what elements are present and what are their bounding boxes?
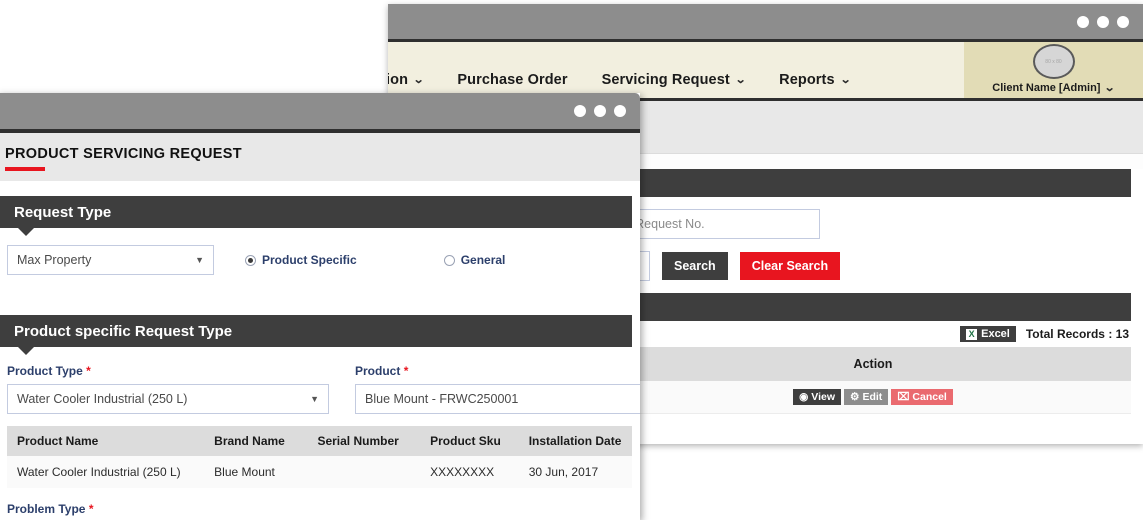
section-title: Request Type	[14, 203, 112, 221]
radio-icon-unselected	[443, 254, 455, 266]
window-dot-3[interactable]	[1117, 15, 1129, 28]
radio-product-specific[interactable]: Product Specific	[245, 253, 357, 267]
window-dot-1[interactable]	[1077, 15, 1089, 28]
product-servicing-request-window: PRODUCT SERVICING REQUEST Request Type M…	[0, 93, 640, 520]
section-header-product-specific: Product specific Request Type	[0, 315, 632, 355]
column-header-installation-date: Installation Date	[528, 434, 622, 448]
property-select[interactable]: Max Property ▼	[7, 245, 214, 275]
modal-window-dot-3[interactable]	[614, 105, 626, 117]
required-marker: *	[403, 364, 409, 378]
excel-export-button[interactable]: X Excel	[960, 326, 1016, 342]
table-row: Water Cooler Industrial (250 L) Blue Mou…	[7, 456, 632, 488]
product-type-label: Product Type *	[7, 364, 329, 378]
cell-installation-date: 30 Jun, 2017	[528, 465, 599, 479]
column-header-serial-number: Serial Number	[317, 434, 399, 448]
row-action-group: ◉ View ⚙ Edit ⌧ Cancel	[793, 388, 953, 406]
product-table-header: Product Name Brand Name Serial Number Pr…	[7, 426, 632, 456]
excel-button-label: Excel	[981, 328, 1010, 340]
window-dot-2[interactable]	[1097, 15, 1109, 28]
column-header-action: Action	[853, 357, 893, 371]
product-type-field-group: Product Type * Water Cooler Industrial (…	[7, 364, 329, 414]
eye-icon: ◉	[799, 390, 809, 403]
trash-icon: ⌧	[897, 390, 910, 403]
cell-product-name: Water Cooler Industrial (250 L)	[17, 465, 181, 479]
modal-window-dot-1[interactable]	[574, 105, 586, 117]
problem-type-label: Problem Type *	[7, 502, 632, 516]
modal-window-titlebar	[0, 93, 640, 129]
edit-button[interactable]: ⚙ Edit	[844, 388, 889, 406]
request-type-row: Max Property ▼ Product Specific General	[7, 245, 632, 275]
nav-item-label: Reports	[779, 72, 835, 88]
product-select[interactable]: Blue Mount - FRWC250001	[355, 384, 640, 414]
radio-label: General	[460, 253, 506, 267]
edit-button-label: Edit	[862, 390, 883, 403]
chevron-down-icon: ⌄	[1104, 81, 1116, 94]
nav-item-transaction[interactable]: ion ⌄	[388, 72, 425, 88]
product-value: Blue Mount - FRWC250001	[365, 392, 519, 406]
problem-type-label-text: Problem Type	[7, 502, 86, 516]
screenshot-stage: ion ⌄ Purchase Order Servicing Request ⌄…	[0, 0, 1143, 520]
clear-search-button[interactable]: Clear Search	[739, 252, 841, 280]
nav-item-servicing-request[interactable]: Servicing Request ⌄	[601, 72, 747, 88]
request-type-body: Max Property ▼ Product Specific General	[0, 228, 640, 275]
cancel-button[interactable]: ⌧ Cancel	[891, 388, 953, 406]
product-label: Product *	[355, 364, 640, 378]
page-title: PRODUCT SERVICING REQUEST	[5, 146, 242, 162]
excel-icon: X	[966, 328, 978, 340]
section-notch-icon	[18, 347, 34, 355]
window-controls[interactable]	[1077, 15, 1129, 28]
chevron-down-icon: ⌄	[412, 73, 425, 86]
nav-item-label: Purchase Order	[457, 72, 568, 88]
chevron-down-icon: ▼	[310, 394, 319, 404]
background-window-titlebar	[388, 4, 1143, 39]
modal-header-band: PRODUCT SERVICING REQUEST	[0, 133, 640, 181]
nav-item-label: ion	[388, 72, 409, 88]
product-field-group: Product * Blue Mount - FRWC250001	[355, 364, 640, 414]
column-header-product-sku: Product Sku	[430, 434, 501, 448]
chevron-down-icon: ⌄	[734, 73, 747, 86]
product-details-table: Product Name Brand Name Serial Number Pr…	[7, 426, 632, 488]
modal-window-controls[interactable]	[574, 105, 626, 117]
client-menu[interactable]: 80 x 80 Client Name [Admin] ⌄	[964, 42, 1143, 98]
modal-body: PRODUCT SERVICING REQUEST Request Type M…	[0, 133, 640, 520]
gears-icon: ⚙	[850, 390, 860, 403]
title-accent-rule	[5, 167, 45, 171]
radio-general[interactable]: General	[443, 253, 506, 267]
cell-brand-name: Blue Mount	[214, 465, 275, 479]
product-specific-body: Product Type * Water Cooler Industrial (…	[0, 347, 640, 516]
client-name-label: Client Name [Admin] ⌄	[992, 81, 1116, 94]
nav-item-reports[interactable]: Reports ⌄	[779, 72, 852, 88]
product-fields-row: Product Type * Water Cooler Industrial (…	[7, 364, 640, 414]
section-notch-icon	[18, 228, 34, 236]
cell-action: ◉ View ⚙ Edit ⌧ Cancel	[615, 388, 1131, 406]
required-marker: *	[88, 502, 94, 516]
modal-window-dot-2[interactable]	[594, 105, 606, 117]
total-records-label: Total Records : 13	[1025, 327, 1129, 341]
cell-product-sku: XXXXXXXX	[430, 465, 495, 479]
modal-header-gap	[0, 181, 640, 196]
column-header-product-name: Product Name	[17, 434, 99, 448]
cancel-button-label: Cancel	[912, 390, 947, 403]
section-header-request-type: Request Type	[0, 196, 632, 236]
nav-item-label: Servicing Request	[601, 72, 730, 88]
client-name-text: Client Name [Admin]	[992, 82, 1101, 94]
product-type-select[interactable]: Water Cooler Industrial (250 L) ▼	[7, 384, 329, 414]
required-marker: *	[86, 364, 91, 378]
chevron-down-icon: ⌄	[839, 73, 852, 86]
product-type-label-text: Product Type	[7, 364, 83, 378]
radio-icon-selected	[245, 254, 256, 266]
nav-item-purchase-order[interactable]: Purchase Order	[457, 72, 567, 88]
property-select-value: Max Property	[17, 253, 92, 267]
view-button[interactable]: ◉ View	[793, 388, 842, 406]
view-button-label: View	[811, 390, 836, 403]
column-header-brand-name: Brand Name	[214, 434, 285, 448]
avatar-placeholder-text: 80 x 80	[1045, 58, 1062, 65]
radio-label: Product Specific	[262, 253, 357, 267]
avatar: 80 x 80	[1032, 44, 1075, 79]
search-button[interactable]: Search	[662, 252, 728, 280]
section-title: Product specific Request Type	[14, 322, 233, 340]
chevron-down-icon: ▼	[195, 255, 204, 265]
product-type-value: Water Cooler Industrial (250 L)	[17, 392, 188, 406]
product-label-text: Product	[355, 364, 401, 378]
